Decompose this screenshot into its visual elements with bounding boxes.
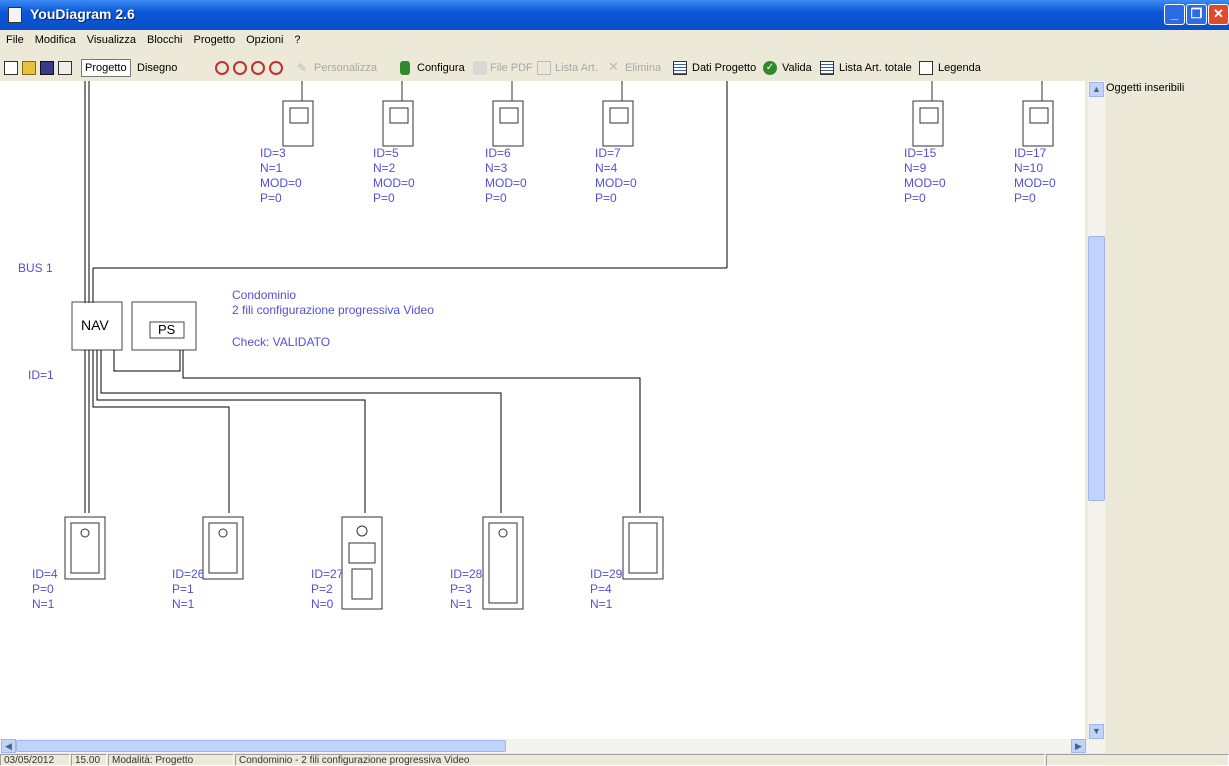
monitor-label-5: ID=15 N=9 MOD=0 P=0 bbox=[904, 146, 946, 205]
nav-label: NAV bbox=[81, 317, 109, 333]
open-folder-icon[interactable] bbox=[22, 61, 36, 75]
menu-opzioni[interactable]: Opzioni bbox=[240, 30, 288, 46]
configura-icon[interactable] bbox=[400, 61, 410, 75]
menu-file[interactable]: File bbox=[0, 30, 29, 46]
door-panel-icon-1 bbox=[64, 516, 106, 580]
check-icon[interactable]: ✓ bbox=[763, 61, 777, 75]
info-line-3: Check: VALIDATO bbox=[232, 335, 331, 349]
restore-button[interactable]: ❐ bbox=[1186, 4, 1207, 25]
configura-button[interactable]: Configura bbox=[417, 60, 465, 76]
app-icon bbox=[8, 7, 22, 23]
monitor-label-2: ID=5 N=2 MOD=0 P=0 bbox=[373, 146, 415, 205]
print-preview-icon[interactable] bbox=[58, 61, 72, 75]
menu-bar: File Modifica Visualizza Blocchi Progetto Opz… bbox=[0, 30, 1229, 52]
lista-art-button: Lista Art. bbox=[555, 62, 598, 74]
pdf-icon bbox=[473, 61, 487, 75]
monitor-label-6: ID=17 N=10 MOD=0 P=0 bbox=[1014, 146, 1056, 205]
diagram-canvas[interactable]: BUS 1 NAV PS ID=1 Condominio 2 fili conf… bbox=[0, 81, 1085, 739]
dati-progetto-button[interactable]: Dati Progetto bbox=[692, 60, 756, 76]
info-line-1: Condominio bbox=[232, 288, 297, 302]
toolbar: Progetto Disegno ✎ Personalizza Configur… bbox=[0, 53, 1229, 81]
menu-visualizza[interactable]: Visualizza bbox=[81, 30, 141, 46]
panel-label-5: ID=29 P=4 N=1 bbox=[590, 567, 623, 611]
close-button[interactable]: ✕ bbox=[1208, 4, 1229, 25]
legenda-button[interactable]: Legenda bbox=[938, 60, 981, 76]
status-time: 15.00 bbox=[71, 754, 107, 766]
status-date: 03/05/2012 bbox=[0, 754, 70, 766]
monitor-label-1: ID=3 N=1 MOD=0 P=0 bbox=[260, 146, 302, 205]
personalizza-button: Personalizza bbox=[314, 62, 377, 74]
info-line-2: 2 fili configurazione progressiva Video bbox=[232, 303, 434, 317]
minimize-button[interactable]: _ bbox=[1164, 4, 1185, 25]
menu-blocchi[interactable]: Blocchi bbox=[141, 30, 187, 46]
status-mode: Modalità: Progetto bbox=[108, 754, 234, 766]
horizontal-scroll-thumb[interactable] bbox=[16, 740, 506, 752]
save-icon[interactable] bbox=[40, 61, 54, 75]
monitor-icon-3 bbox=[492, 81, 524, 147]
disegno-button[interactable]: Disegno bbox=[137, 60, 177, 76]
side-panel bbox=[1085, 81, 1229, 761]
door-panel-icon-2 bbox=[202, 516, 244, 580]
monitor-icon-1 bbox=[282, 81, 314, 147]
panel-label-1: ID=4 P=0 N=1 bbox=[32, 567, 58, 611]
window-title: YouDiagram 2.6 bbox=[30, 6, 135, 22]
monitor-icon-6 bbox=[1022, 81, 1054, 147]
file-pdf-button: File PDF bbox=[490, 62, 533, 74]
zoom-page-icon[interactable] bbox=[269, 61, 283, 75]
monitor-icon-5 bbox=[912, 81, 944, 147]
lista-totale-icon[interactable] bbox=[820, 61, 834, 75]
legenda-icon[interactable] bbox=[919, 61, 933, 75]
panels-row bbox=[64, 516, 664, 610]
pencil-icon: ✎ bbox=[297, 61, 308, 75]
ps-label: PS bbox=[158, 322, 176, 337]
monitors-row bbox=[282, 81, 1054, 147]
menu-help[interactable]: ? bbox=[288, 30, 305, 46]
monitor-label-3: ID=6 N=3 MOD=0 P=0 bbox=[485, 146, 527, 205]
scroll-up-icon[interactable]: ▲ bbox=[1089, 82, 1104, 97]
scroll-down-icon[interactable]: ▼ bbox=[1089, 724, 1104, 739]
zoom-in-icon[interactable] bbox=[215, 61, 229, 75]
nav-id-label: ID=1 bbox=[28, 368, 54, 382]
status-project: Condominio - 2 fili configurazione progr… bbox=[235, 754, 1045, 766]
elimina-button: Elimina bbox=[625, 62, 662, 74]
monitor-icon-2 bbox=[382, 81, 414, 147]
menu-modifica[interactable]: Modifica bbox=[29, 30, 81, 46]
door-panel-icon-3 bbox=[341, 516, 383, 610]
monitor-label-4: ID=7 N=4 MOD=0 P=0 bbox=[595, 146, 637, 205]
monitor-icon-4 bbox=[602, 81, 634, 147]
menu-progetto[interactable]: Progetto bbox=[188, 30, 241, 46]
panel-label-4: ID=28 P=3 N=1 bbox=[450, 567, 483, 611]
zoom-fit-icon[interactable] bbox=[251, 61, 265, 75]
panel-title: Oggetti inseribili bbox=[1106, 82, 1185, 94]
vertical-scroll-thumb[interactable] bbox=[1088, 236, 1105, 501]
list-icon bbox=[537, 61, 551, 75]
door-panel-icon-5 bbox=[622, 516, 664, 580]
title-bar: YouDiagram 2.6 _ ❐ ✕ bbox=[0, 0, 1229, 30]
scroll-right-icon[interactable]: ▶ bbox=[1071, 739, 1086, 753]
panel-label-2: ID=26 P=1 N=1 bbox=[172, 567, 205, 611]
panel-label-3: ID=27 P=2 N=0 bbox=[311, 567, 344, 611]
delete-icon: ✕ bbox=[608, 59, 619, 74]
progetto-button[interactable]: Progetto bbox=[81, 59, 131, 77]
vertical-scrollbar[interactable]: ▲ ▼ bbox=[1088, 81, 1105, 753]
new-file-icon[interactable] bbox=[4, 61, 18, 75]
valida-button[interactable]: Valida bbox=[782, 60, 812, 76]
horizontal-scrollbar[interactable]: ◀ ▶ bbox=[0, 739, 1088, 753]
scroll-left-icon[interactable]: ◀ bbox=[1, 739, 16, 753]
status-bar: 03/05/2012 15.00 Modalità: Progetto Cond… bbox=[0, 753, 1229, 766]
status-extra bbox=[1046, 754, 1229, 766]
bus-label: BUS 1 bbox=[18, 261, 53, 275]
door-panel-icon-4 bbox=[482, 516, 524, 610]
lista-art-totale-button[interactable]: Lista Art. totale bbox=[839, 60, 912, 76]
dati-progetto-icon[interactable] bbox=[673, 61, 687, 75]
zoom-out-icon[interactable] bbox=[233, 61, 247, 75]
